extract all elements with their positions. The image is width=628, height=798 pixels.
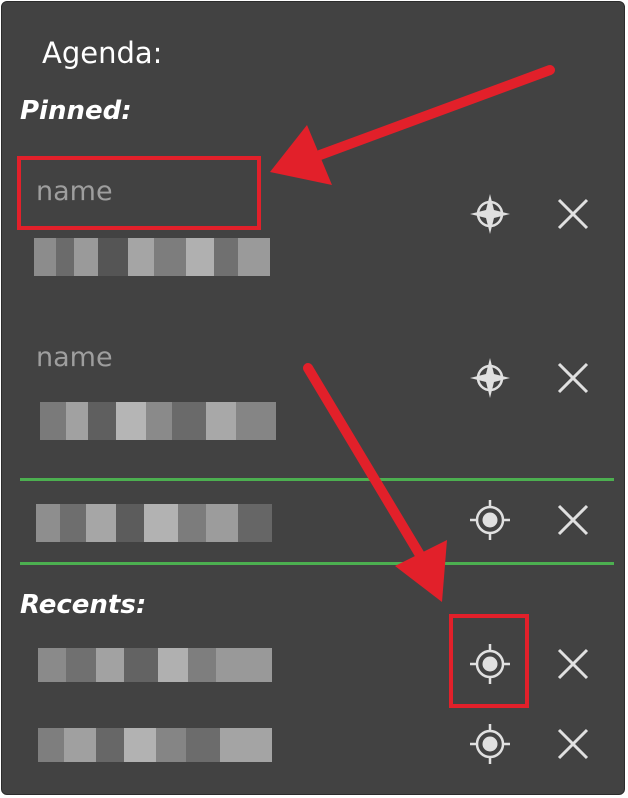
agenda-title: Agenda: (42, 36, 163, 70)
green-divider (20, 478, 614, 481)
name-field-highlight (17, 156, 261, 230)
recent-item-2-redacted-detail (38, 728, 272, 762)
close-icon[interactable] (551, 722, 595, 766)
navigation-crosshair-icon[interactable] (468, 356, 512, 400)
location-target-icon[interactable] (468, 722, 512, 766)
pinned-item-1-redacted-detail (34, 238, 270, 276)
recent-item-1-redacted-detail (38, 648, 272, 682)
close-icon[interactable] (551, 642, 595, 686)
pinned-item-2-name[interactable]: name (36, 342, 113, 373)
close-icon[interactable] (551, 498, 595, 542)
pinned-section-label: Pinned: (20, 96, 132, 126)
recents-section-label: Recents: (20, 590, 147, 620)
target-icon-highlight (449, 614, 529, 708)
pinned-item-3-redacted-detail (36, 504, 272, 542)
pinned-item-2-redacted-detail (40, 402, 276, 440)
close-icon[interactable] (551, 192, 595, 236)
close-icon[interactable] (551, 356, 595, 400)
location-target-icon[interactable] (468, 498, 512, 542)
agenda-panel: Agenda: Pinned: name name Recents: (1, 1, 625, 795)
green-divider (20, 562, 614, 565)
navigation-crosshair-icon[interactable] (468, 192, 512, 236)
